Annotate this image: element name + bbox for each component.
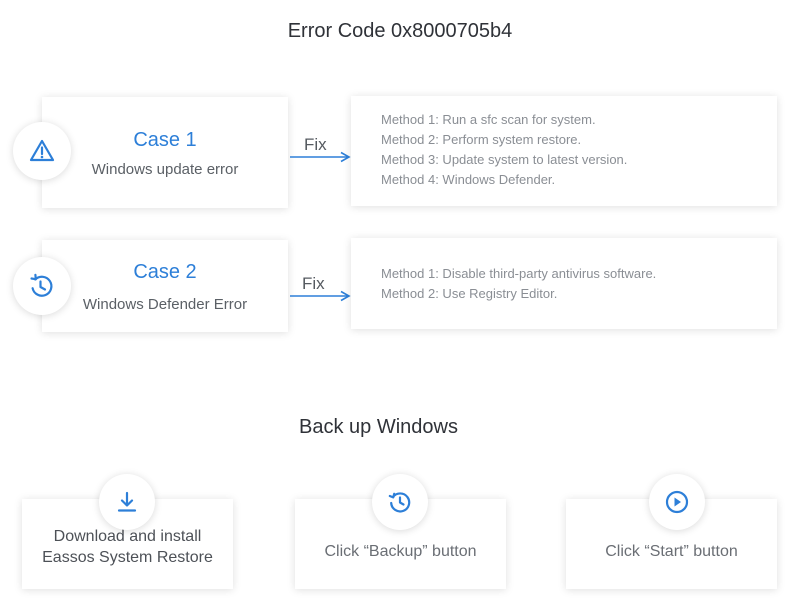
method-item: Method 2: Perform system restore. (381, 132, 582, 147)
page-title: Error Code 0x8000705b4 (287, 20, 513, 42)
case-1-methods-card: Method 1: Run a sfc scan for system. Met… (351, 96, 777, 206)
backup-step-start-label: Click “Start” button (605, 542, 738, 560)
case-1-methods: Method 1: Run a sfc scan for system. Met… (381, 110, 627, 190)
case-2-icon-badge (13, 257, 71, 315)
case-2-methods-card: Method 1: Disable third-party antivirus … (351, 238, 777, 329)
play-icon (665, 490, 689, 514)
backup-step-download-badge (99, 474, 155, 530)
backup-step-backup-badge (372, 474, 428, 530)
sync-clock-icon (30, 273, 53, 297)
case-1-card: Case 1 Windows update error (42, 97, 288, 208)
history-icon (388, 492, 411, 513)
method-item: Method 1: Run a sfc scan for system. (381, 112, 596, 127)
warning-icon (29, 139, 55, 162)
case-2-fix-arrow (290, 290, 351, 302)
case-2-card: Case 2 Windows Defender Error (42, 240, 288, 332)
case-2-title: Case 2 (133, 261, 197, 283)
case-1-icon-badge (13, 122, 71, 180)
method-item: Method 2: Use Registry Editor. (381, 286, 558, 301)
case-2-subtitle: Windows Defender Error (82, 296, 248, 313)
method-item: Method 3: Update system to latest versio… (381, 152, 628, 167)
method-item: Method 1: Disable third-party antivirus … (381, 266, 657, 281)
case-1-fix-arrow (290, 151, 351, 163)
backup-step-backup-label: Click “Backup” button (324, 542, 477, 560)
method-item: Method 4: Windows Defender. (381, 172, 556, 187)
backup-title: Back up Windows (299, 416, 458, 438)
download-icon (117, 491, 137, 512)
case-1-title: Case 1 (133, 129, 197, 151)
backup-step-start-badge (649, 474, 705, 530)
case-1-subtitle: Windows update error (91, 161, 239, 178)
case-2-methods: Method 1: Disable third-party antivirus … (381, 264, 656, 304)
backup-step-download-line2: Eassos System Restore (42, 549, 213, 566)
